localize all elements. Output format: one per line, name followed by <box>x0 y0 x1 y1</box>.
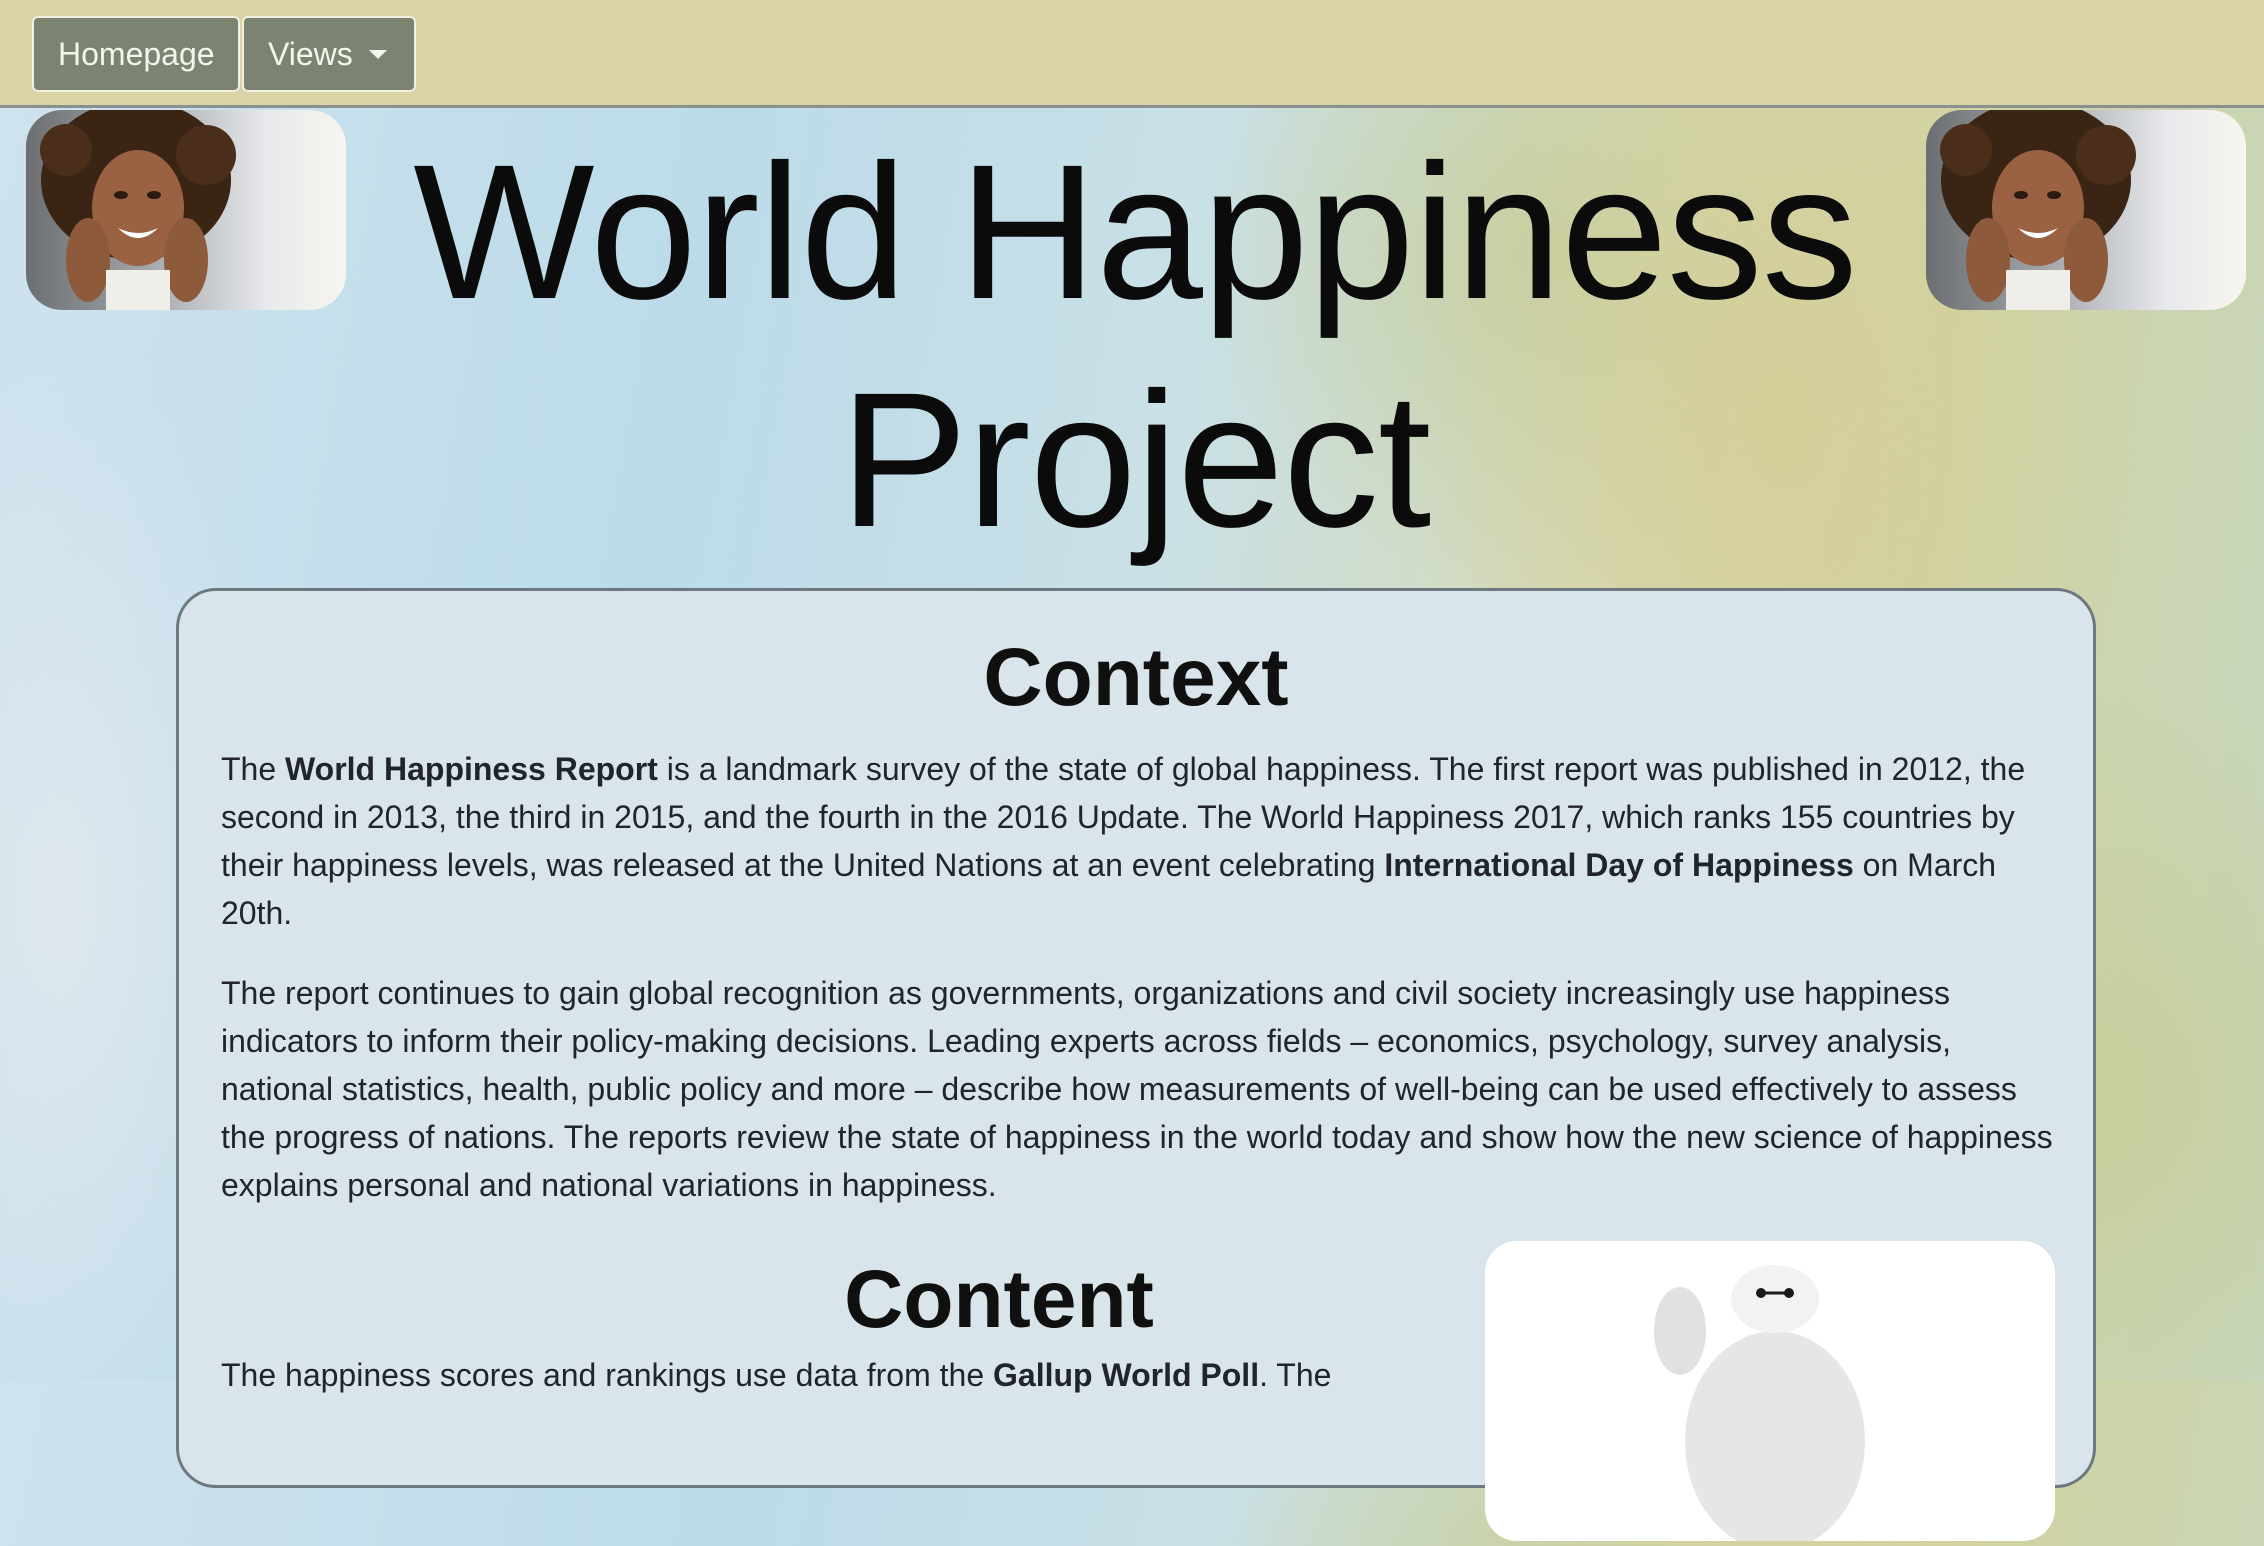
views-button-label: Views <box>268 36 353 72</box>
navbar: Homepage Views <box>0 0 2264 108</box>
smiling-woman-image-right <box>1926 110 2246 310</box>
white-robot-image <box>1654 1265 1865 1546</box>
portrait-illustration-right <box>1940 110 2136 310</box>
context-heading: Context <box>983 632 1289 723</box>
portrait-illustration-left <box>40 110 236 310</box>
page-title: World Happiness Project <box>413 124 1857 567</box>
homepage-button[interactable]: Homepage <box>32 16 240 92</box>
text-span: The <box>221 751 286 787</box>
happiness-day-bold: International Day of Happiness <box>1384 847 1854 883</box>
homepage-button-label: Homepage <box>58 36 215 72</box>
context-card: Context The World Happiness Report is a … <box>176 588 2096 1546</box>
report-name-bold: World Happiness Report <box>285 751 658 787</box>
context-paragraph-1: The World Happiness Report is a landmark… <box>221 745 2061 937</box>
views-dropdown-button[interactable]: Views <box>242 16 416 92</box>
content-paragraph-1: The happiness scores and rankings use da… <box>221 1351 1501 1399</box>
robot-image-card <box>1485 1241 2055 1546</box>
smiling-woman-image-left <box>26 110 346 310</box>
gallup-bold: Gallup World Poll <box>993 1357 1260 1393</box>
context-paragraph-2: The report continues to gain global reco… <box>221 975 2053 1203</box>
text-span: The happiness scores and rankings use da… <box>221 1357 993 1393</box>
text-span: . The <box>1259 1357 1332 1393</box>
caret-down-icon <box>368 50 387 59</box>
